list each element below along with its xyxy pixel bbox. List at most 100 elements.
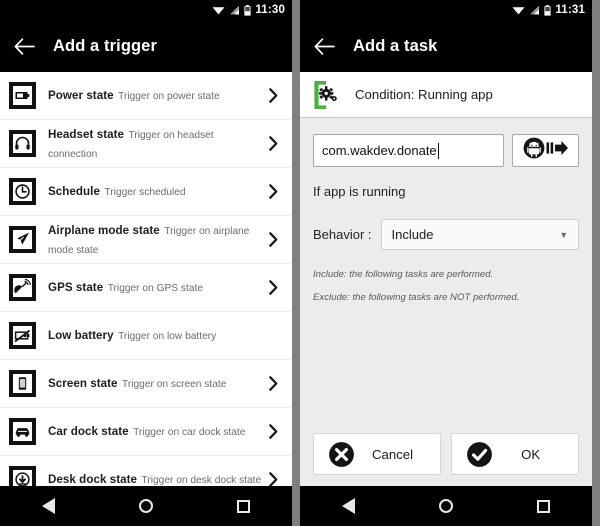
list-item-title: GPS state xyxy=(48,281,104,295)
chevron-right-icon xyxy=(265,184,282,199)
phone-screen-icon xyxy=(9,370,36,397)
nav-home-icon[interactable] xyxy=(427,492,465,520)
nav-bar-left xyxy=(0,486,293,526)
right-phone-panel: 11:31 Add a task Condition: Running app … xyxy=(300,0,593,526)
chevron-right-icon xyxy=(265,88,282,103)
cancel-button-label: Cancel xyxy=(372,446,414,462)
status-bar-left: 11:30 xyxy=(0,0,293,20)
list-item[interactable]: Airplane mode state Trigger on airplane … xyxy=(0,216,293,264)
battery-icon xyxy=(244,4,251,16)
list-item-title: Airplane mode state xyxy=(48,224,160,238)
low-battery-icon xyxy=(9,322,36,349)
list-item-text: Desk dock state Trigger on desk dock sta… xyxy=(48,470,265,486)
list-item[interactable]: Power state Trigger on power state xyxy=(0,72,293,120)
airplane-icon xyxy=(9,226,36,253)
chevron-down-icon: ▼ xyxy=(559,229,569,240)
list-item-text: Schedule Trigger scheduled xyxy=(48,182,265,200)
nav-recents-icon[interactable] xyxy=(524,492,562,520)
nav-back-icon[interactable] xyxy=(330,492,368,520)
gps-satellite-icon xyxy=(9,274,36,301)
status-time: 11:31 xyxy=(555,4,586,16)
trigger-list: Power state Trigger on power state Heads… xyxy=(0,72,293,486)
list-item[interactable]: Low battery Trigger on low battery xyxy=(0,312,293,360)
list-item-title: Headset state xyxy=(48,128,125,142)
clock-icon xyxy=(9,178,36,205)
list-item-subtitle: Trigger scheduled xyxy=(104,187,186,199)
condition-header: Condition: Running app xyxy=(300,72,593,118)
car-icon xyxy=(9,418,36,445)
list-item[interactable]: Headset state Trigger on headset connect… xyxy=(0,120,293,168)
app-picker-button[interactable] xyxy=(512,134,580,167)
list-item-subtitle: Trigger on power state xyxy=(118,91,220,103)
headset-icon xyxy=(9,130,36,157)
status-bar-right: 11:31 xyxy=(300,0,593,20)
package-input-row: com.wakdev.donate xyxy=(313,134,580,167)
task-form: com.wakdev.donate If app is running Beha… xyxy=(300,118,593,433)
android-picker-icon xyxy=(523,137,569,164)
list-item-text: GPS state Trigger on GPS state xyxy=(48,278,265,296)
ok-button-label: OK xyxy=(521,446,541,462)
list-item-title: Screen state xyxy=(48,377,118,391)
package-name-value: com.wakdev.donate xyxy=(322,143,437,158)
list-item[interactable]: Car dock state Trigger on car dock state xyxy=(0,408,293,456)
list-item-title: Low battery xyxy=(48,329,114,343)
right-edge-gutter xyxy=(592,0,600,526)
package-name-input[interactable]: com.wakdev.donate xyxy=(313,134,505,167)
list-item-title: Car dock state xyxy=(48,425,129,439)
list-item-text: Car dock state Trigger on car dock state xyxy=(48,422,265,440)
list-item-title: Power state xyxy=(48,89,114,103)
check-circle-icon xyxy=(466,441,493,468)
behavior-select[interactable]: Include ▼ xyxy=(380,219,580,250)
text-caret xyxy=(437,142,439,159)
battery-state-icon xyxy=(9,82,36,109)
condition-gear-icon xyxy=(313,79,339,110)
signal-icon xyxy=(229,5,240,15)
condition-title: Condition: Running app xyxy=(355,87,493,102)
app-bar-right: Add a task xyxy=(300,20,593,72)
ok-button[interactable]: OK xyxy=(451,433,580,475)
list-item[interactable]: Desk dock state Trigger on desk dock sta… xyxy=(0,456,293,486)
behavior-selected-value: Include xyxy=(391,227,434,242)
chevron-right-icon xyxy=(265,232,282,247)
list-item-subtitle: Trigger on screen state xyxy=(122,379,227,391)
exclude-note: Exclude: the following tasks are NOT per… xyxy=(313,292,520,304)
nav-recents-icon[interactable] xyxy=(224,492,262,520)
list-item-title: Schedule xyxy=(48,185,100,199)
list-item-title: Desk dock state xyxy=(48,473,138,486)
back-arrow-icon[interactable] xyxy=(14,36,35,57)
list-item-text: Headset state Trigger on headset connect… xyxy=(48,125,265,162)
include-note: Include: the following tasks are perform… xyxy=(313,269,494,280)
behavior-label: Behavior : xyxy=(313,227,372,242)
cancel-button[interactable]: Cancel xyxy=(313,433,442,475)
behavior-row: Behavior : Include ▼ xyxy=(313,219,580,250)
list-item[interactable]: GPS state Trigger on GPS state xyxy=(0,264,293,312)
chevron-right-icon xyxy=(265,424,282,439)
chevron-right-icon xyxy=(265,136,282,151)
signal-icon xyxy=(529,5,540,15)
panel-divider xyxy=(292,0,300,526)
wifi-icon xyxy=(212,5,225,15)
left-phone-panel: 11:30 Add a trigger Power state Trigger … xyxy=(0,0,293,526)
dual-screenshot: 11:30 Add a trigger Power state Trigger … xyxy=(0,0,600,526)
dialog-button-row: Cancel OK xyxy=(300,433,593,486)
page-title: Add a task xyxy=(353,36,438,55)
page-title: Add a trigger xyxy=(53,36,157,55)
list-item[interactable]: Screen state Trigger on screen state xyxy=(0,360,293,408)
list-item-subtitle: Trigger on low battery xyxy=(118,331,217,343)
if-running-label: If app is running xyxy=(313,184,406,199)
list-item-text: Power state Trigger on power state xyxy=(48,86,265,104)
list-item-subtitle: Trigger on car dock state xyxy=(133,427,246,439)
chevron-right-icon xyxy=(265,472,282,486)
nav-home-icon[interactable] xyxy=(127,492,165,520)
nav-back-icon[interactable] xyxy=(30,492,68,520)
status-time: 11:30 xyxy=(255,4,286,16)
list-item-text: Screen state Trigger on screen state xyxy=(48,374,265,392)
list-item[interactable]: Schedule Trigger scheduled xyxy=(0,168,293,216)
nav-bar-right xyxy=(300,486,593,526)
back-arrow-icon[interactable] xyxy=(314,36,335,57)
wifi-icon xyxy=(512,5,525,15)
chevron-right-icon xyxy=(265,280,282,295)
app-bar-left: Add a trigger xyxy=(0,20,293,72)
list-item-text: Airplane mode state Trigger on airplane … xyxy=(48,221,265,258)
list-item-text: Low battery Trigger on low battery xyxy=(48,326,265,344)
